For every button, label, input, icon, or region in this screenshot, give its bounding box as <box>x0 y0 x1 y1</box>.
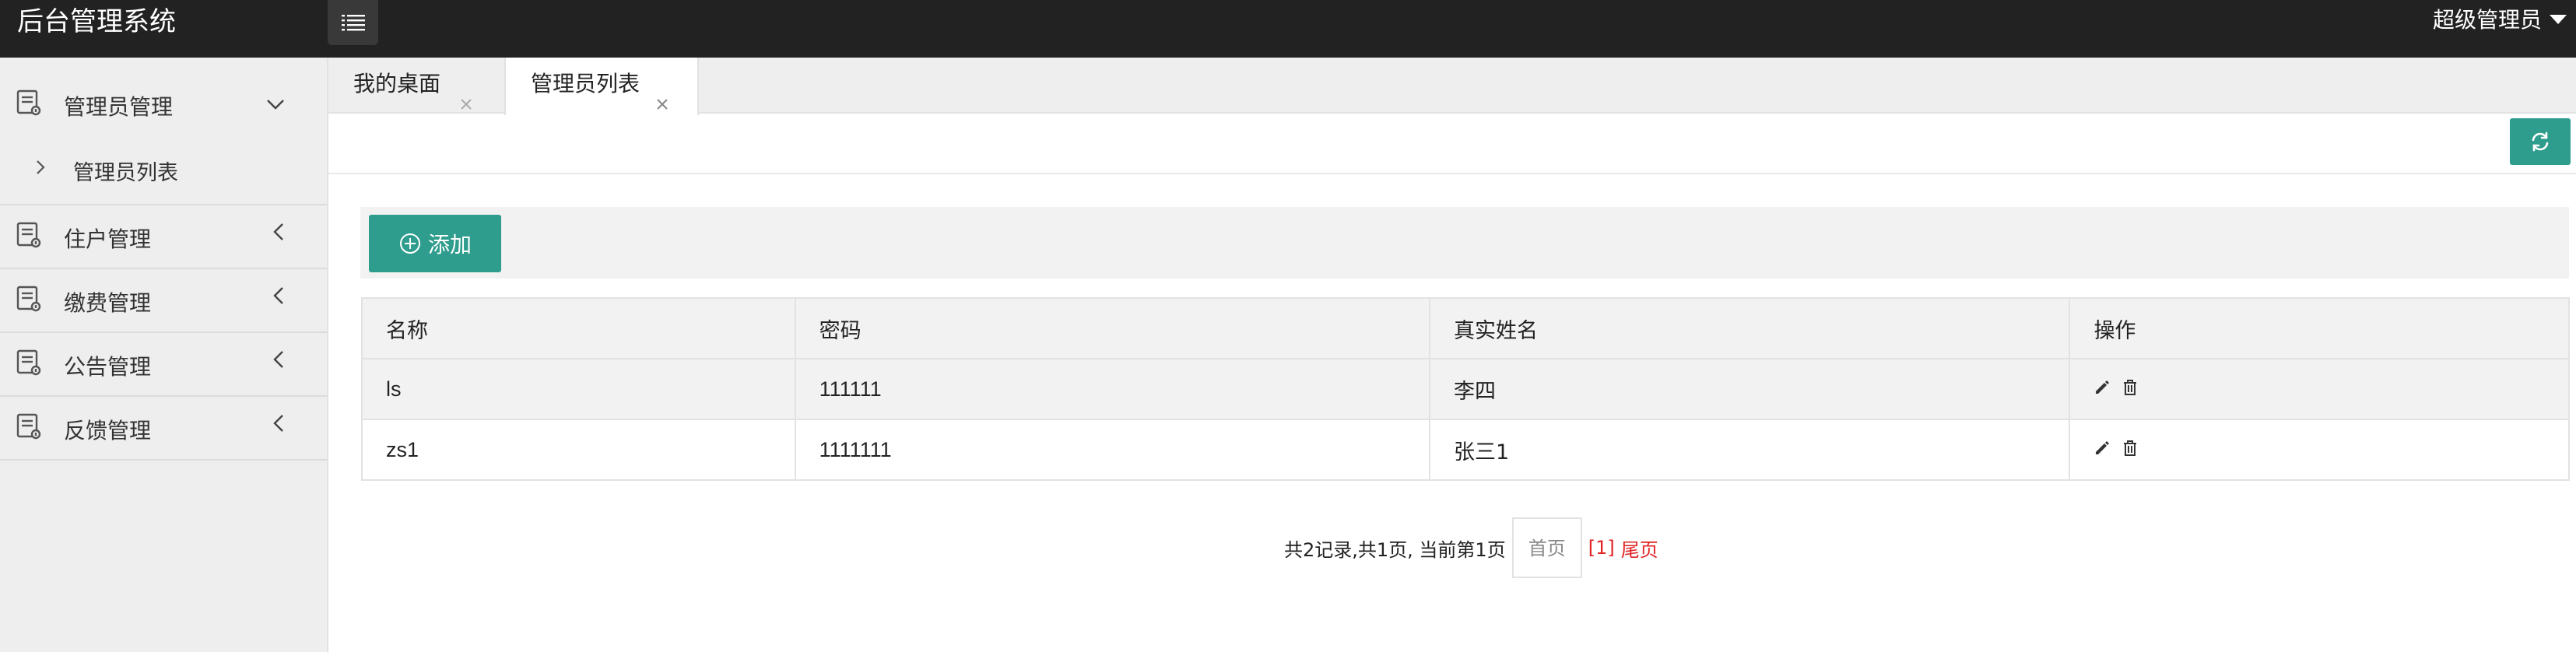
cell-password: 111111 <box>794 358 1431 420</box>
sidebar-item-admin-list[interactable]: 管理员列表 <box>0 149 327 188</box>
sidebar-divider <box>0 268 327 269</box>
close-icon[interactable] <box>459 78 473 131</box>
admin-table: 名称 密码 真实姓名 操作 ls 111111 李四 zs1 1111111 张… <box>361 297 2570 481</box>
chevron-left-icon <box>272 285 285 310</box>
cell-name: ls <box>361 358 796 420</box>
caret-down-icon <box>2550 15 2567 24</box>
sidebar-group-label: 住户管理 <box>64 226 152 252</box>
chevron-right-icon <box>36 157 45 181</box>
sidebar-group-admin[interactable]: 管理员管理 <box>0 81 327 124</box>
document-icon <box>16 349 42 382</box>
column-header-actions: 操作 <box>2069 297 2570 359</box>
sidebar-group-payments[interactable]: 缴费管理 <box>0 279 327 322</box>
sidebar-group-label: 公告管理 <box>64 354 152 380</box>
document-icon <box>16 412 42 446</box>
sidebar-group-notices[interactable]: 公告管理 <box>0 342 327 386</box>
sidebar-divider <box>0 459 327 461</box>
pager-current-page[interactable]: [1] <box>1588 537 1615 559</box>
trash-icon[interactable] <box>2122 377 2139 401</box>
chevron-left-icon <box>272 221 285 247</box>
column-header-password: 密码 <box>794 297 1431 359</box>
sidebar-item-label: 管理员列表 <box>73 161 178 185</box>
column-header-real-name: 真实姓名 <box>1429 297 2071 359</box>
cell-actions <box>2069 419 2570 481</box>
list-icon <box>341 15 365 31</box>
menu-toggle-button[interactable] <box>328 0 378 45</box>
edit-icon[interactable] <box>2093 377 2111 401</box>
pager-summary: 共2记录,共1页, 当前第1页 <box>1284 538 1506 561</box>
tab-label: 我的桌面 <box>353 71 441 96</box>
table-row: ls 111111 李四 <box>361 358 2570 420</box>
table-header-row: 名称 密码 真实姓名 操作 <box>361 297 2570 359</box>
table-row: zs1 1111111 张三1 <box>361 419 2570 481</box>
add-button-label: 添加 <box>427 232 472 258</box>
cell-actions <box>2069 358 2570 420</box>
plus-circle-icon <box>399 233 420 254</box>
cell-real-name: 张三1 <box>1429 419 2071 481</box>
add-button[interactable]: 添加 <box>369 215 501 272</box>
chevron-left-icon <box>272 412 285 438</box>
sidebar-divider <box>0 331 327 333</box>
close-icon[interactable] <box>655 78 669 131</box>
tab-bar: 我的桌面 管理员列表 <box>328 58 2576 115</box>
sidebar-group-label: 反馈管理 <box>64 418 152 443</box>
chevron-down-icon <box>266 90 285 116</box>
cell-name: zs1 <box>361 419 796 481</box>
user-menu[interactable]: 超级管理员 <box>2433 0 2567 42</box>
tab-desktop[interactable]: 我的桌面 <box>328 58 504 114</box>
tab-admin-list[interactable]: 管理员列表 <box>504 58 699 115</box>
content-divider <box>328 173 2576 174</box>
refresh-button[interactable] <box>2510 118 2571 165</box>
sidebar-group-residents[interactable]: 住户管理 <box>0 215 327 258</box>
sidebar-group-label: 缴费管理 <box>64 290 152 316</box>
chevron-left-icon <box>272 349 285 374</box>
app-brand: 后台管理系统 <box>17 6 176 37</box>
document-icon <box>16 221 42 254</box>
edit-icon[interactable] <box>2093 438 2111 462</box>
document-icon <box>16 89 42 122</box>
tab-label: 管理员列表 <box>531 71 640 96</box>
cell-real-name: 李四 <box>1429 358 2071 420</box>
action-toolbar <box>360 207 2569 279</box>
column-header-name: 名称 <box>361 297 796 359</box>
user-name: 超级管理员 <box>2432 7 2542 33</box>
sidebar-divider <box>0 204 327 205</box>
top-header: 后台管理系统 超级管理员 <box>0 0 2576 58</box>
sidebar-divider <box>0 395 327 397</box>
pager-first-button[interactable]: 首页 <box>1511 517 1582 578</box>
sidebar-group-feedback[interactable]: 反馈管理 <box>0 406 327 450</box>
refresh-icon <box>2532 131 2549 152</box>
document-icon <box>16 285 42 318</box>
trash-icon[interactable] <box>2122 438 2139 462</box>
pager-last-button[interactable]: 尾页 <box>1621 535 1658 562</box>
sidebar-group-label: 管理员管理 <box>64 94 174 120</box>
cell-password: 1111111 <box>794 419 1431 481</box>
pagination: 共2记录,共1页, 当前第1页 首页 [1] 尾页 <box>0 517 2576 579</box>
